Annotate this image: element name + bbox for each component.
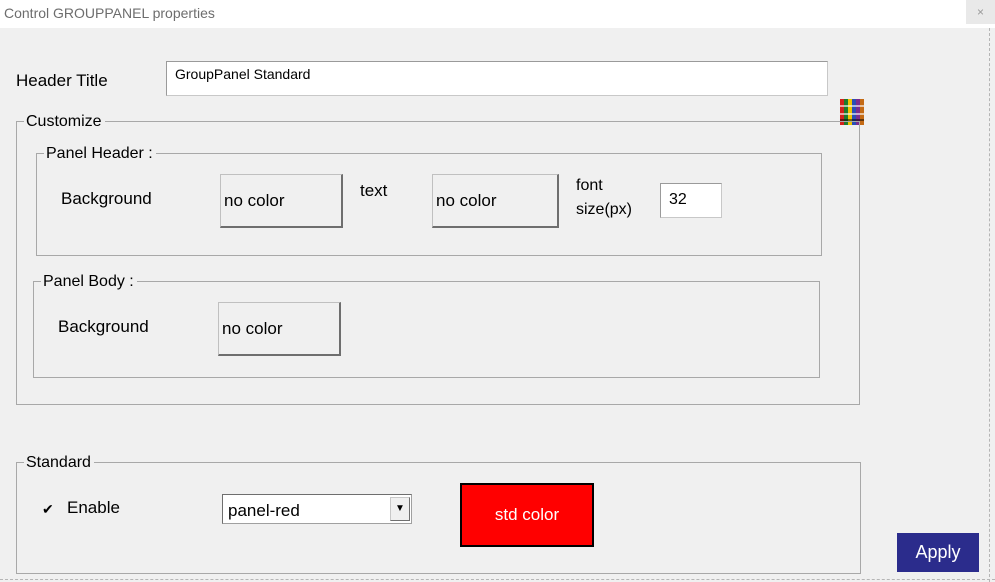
panel-header-background-button[interactable]: no color [220, 174, 343, 228]
window-right-border [989, 28, 990, 582]
header-title-input[interactable]: GroupPanel Standard [166, 61, 828, 96]
panel-body-group [33, 281, 820, 378]
panel-body-legend: Panel Body : [41, 273, 137, 291]
close-button[interactable]: × [966, 0, 995, 24]
panel-header-text-button[interactable]: no color [432, 174, 559, 228]
title-bar: Control GROUPPANEL properties × [0, 0, 995, 28]
font-size-label-line2: size(px) [576, 201, 633, 218]
enable-checkbox[interactable]: ✔ [42, 502, 56, 516]
panel-header-text-label: text [360, 181, 388, 200]
header-title-label: Header Title [16, 71, 108, 90]
customize-legend: Customize [24, 113, 105, 131]
standard-group [16, 462, 861, 574]
panel-header-legend: Panel Header : [44, 145, 156, 163]
panel-body-background-label: Background [58, 317, 149, 336]
enable-label: Enable [67, 498, 120, 517]
window-title: Control GROUPPANEL properties [4, 5, 215, 21]
apply-button[interactable]: Apply [897, 533, 979, 572]
std-color-button[interactable]: std color [460, 483, 594, 547]
standard-legend: Standard [24, 454, 94, 472]
standard-select[interactable]: panel-red ▼ [222, 494, 412, 524]
standard-select-value: panel-red [228, 501, 300, 520]
window-bottom-border [0, 579, 995, 580]
panel-header-background-label: Background [61, 189, 152, 208]
panel-body-background-button[interactable]: no color [218, 302, 341, 356]
font-size-label-line1: font [576, 177, 603, 194]
chevron-down-icon[interactable]: ▼ [390, 497, 410, 521]
font-size-input[interactable]: 32 [660, 183, 722, 218]
